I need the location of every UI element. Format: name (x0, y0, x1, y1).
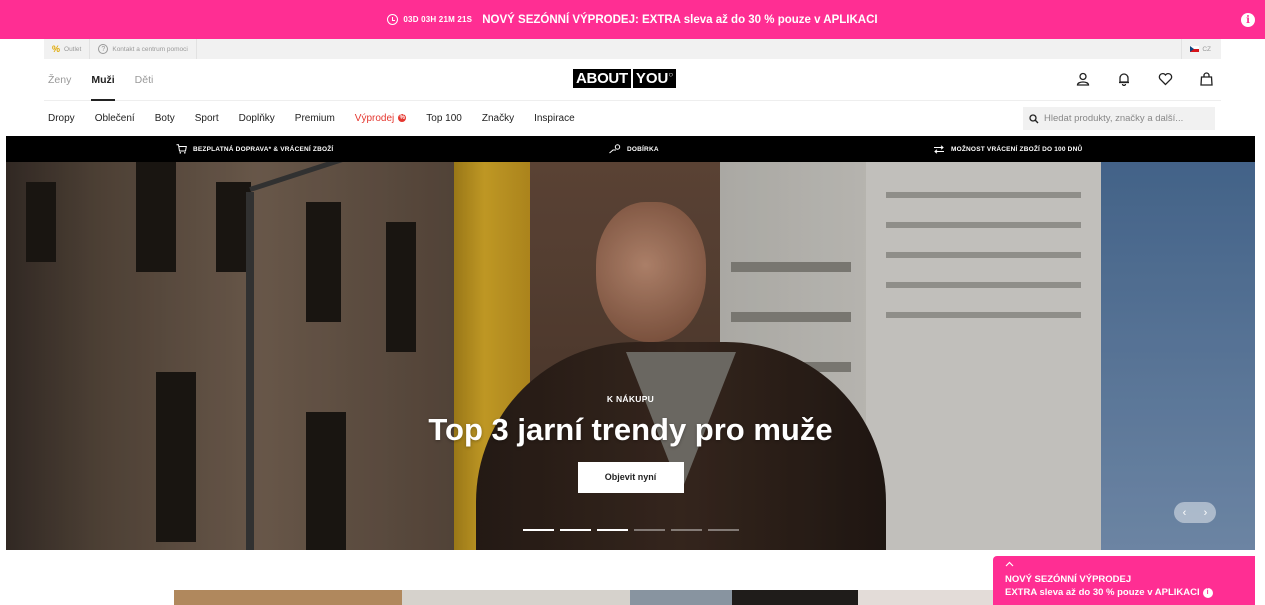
nav-item-znacky[interactable]: Značky (482, 113, 514, 124)
hero-title: Top 3 jarní trendy pro muže (428, 412, 833, 447)
floating-promo-subtitle-text: EXTRA sleva až do 30 % pouze v APLIKACI (1005, 587, 1200, 598)
header-actions (1075, 71, 1214, 87)
tab-zeny[interactable]: Ženy (48, 59, 71, 101)
floating-promo-title: NOVÝ SEZÓNNÍ VÝPRODEJ (1005, 574, 1132, 585)
nav-item-obleceni[interactable]: Oblečení (95, 113, 135, 124)
heart-icon[interactable] (1157, 71, 1173, 87)
search-icon (1029, 113, 1039, 123)
usp-cod: DOBÍRKA (609, 144, 659, 154)
main-header: Ženy Muži Děti ABOUT YOU○ (44, 59, 1221, 101)
percent-icon: % (52, 44, 61, 54)
country-selector[interactable]: CZ (1181, 39, 1221, 59)
category-nav: Dropy Oblečení Boty Sport Doplňky Premiu… (48, 101, 1221, 135)
usp-shipping-text: BEZPLATNÁ DOPRAVA* & VRÁCENÍ ZBOŽÍ (193, 145, 334, 153)
logo-you-text: YOU (635, 70, 669, 87)
slider-arrows: ‹ › (1174, 502, 1216, 523)
clock-icon (387, 14, 399, 25)
nav-item-vyprodej-label: Výprodej (354, 112, 395, 124)
country-label: CZ (1202, 45, 1211, 53)
slider-dot[interactable] (671, 529, 702, 531)
slider-dots (523, 529, 739, 531)
usp-shipping: BEZPLATNÁ DOPRAVA* & VRÁCENÍ ZBOŽÍ (176, 144, 333, 154)
hero-banner[interactable]: K NÁKUPU Top 3 jarní trendy pro muže Obj… (6, 162, 1255, 550)
teaser-image[interactable] (174, 590, 402, 605)
help-link[interactable]: ? Kontakt a centrum pomoci (90, 39, 197, 59)
slider-dot[interactable] (708, 529, 739, 531)
nav-item-doplnky[interactable]: Doplňky (239, 113, 275, 124)
logo-about: ABOUT (573, 69, 631, 88)
logo-circle: ○ (668, 70, 674, 79)
usp-returns-text: MOŽNOST VRÁCENÍ ZBOŽÍ DO 100 DNŮ (951, 145, 1083, 153)
floating-promo-banner[interactable]: NOVÝ SEZÓNNÍ VÝPRODEJ EXTRA sleva až do … (993, 556, 1255, 605)
chevron-up-icon[interactable] (1005, 560, 1243, 570)
nav-item-sport[interactable]: Sport (195, 113, 219, 124)
nav-item-vyprodej[interactable]: Výprodej % (354, 112, 407, 124)
hero-content: K NÁKUPU Top 3 jarní trendy pro muže Obj… (6, 394, 1255, 493)
tab-muzi[interactable]: Muži (91, 59, 116, 101)
chevron-left-icon[interactable]: ‹ (1183, 507, 1187, 519)
nav-item-premium[interactable]: Premium (295, 113, 335, 124)
chevron-right-icon[interactable]: › (1204, 507, 1208, 519)
hero-cta-button[interactable]: Objevit nyní (577, 462, 684, 493)
slider-dot-active[interactable] (597, 529, 628, 531)
info-icon[interactable]: i (1202, 587, 1213, 598)
countdown-timer: 03D 03H 21M 21S (387, 14, 472, 25)
help-label: Kontakt a centrum pomoci (112, 45, 188, 53)
countdown-text: 03D 03H 21M 21S (403, 15, 473, 24)
floating-promo-subtitle: EXTRA sleva až do 30 % pouze v APLIKACI … (1005, 587, 1243, 598)
nav-item-inspirace[interactable]: Inspirace (534, 113, 575, 124)
teaser-strip (174, 590, 999, 605)
search-box[interactable] (1023, 107, 1215, 130)
teaser-image[interactable] (402, 590, 630, 605)
slider-dot[interactable] (634, 529, 665, 531)
exchange-icon (934, 144, 944, 154)
tab-deti[interactable]: Děti (135, 59, 154, 101)
gender-tabs: Ženy Muži Děti (48, 59, 153, 101)
about-you-logo[interactable]: ABOUT YOU○ (573, 69, 677, 88)
user-icon[interactable] (1075, 71, 1091, 87)
nav-item-boty[interactable]: Boty (155, 113, 175, 124)
search-input[interactable] (1044, 113, 1204, 124)
utility-bar: % Outlet ? Kontakt a centrum pomoci CZ (44, 39, 1221, 59)
czech-flag-icon (1190, 46, 1200, 52)
hero-kicker: K NÁKUPU (606, 394, 655, 404)
teaser-image[interactable] (630, 590, 732, 605)
info-icon[interactable]: i (1241, 13, 1255, 27)
slider-dot[interactable] (560, 529, 591, 531)
nav-item-top100[interactable]: Top 100 (426, 113, 462, 124)
hand-coin-icon (609, 144, 621, 154)
outlet-label: Outlet (64, 45, 82, 53)
usp-cod-text: DOBÍRKA (627, 145, 659, 153)
usp-returns: MOŽNOST VRÁCENÍ ZBOŽÍ DO 100 DNŮ (933, 144, 1083, 154)
teaser-image[interactable] (858, 590, 999, 605)
promo-text[interactable]: NOVÝ SEZÓNNÍ VÝPRODEJ: EXTRA sleva až do… (482, 14, 877, 26)
bag-icon[interactable] (1198, 71, 1214, 87)
cart-icon (176, 144, 187, 154)
logo-you: YOU○ (632, 69, 677, 88)
question-icon: ? (98, 44, 109, 54)
outlet-link[interactable]: % Outlet (44, 39, 91, 59)
promo-banner[interactable]: 03D 03H 21M 21S NOVÝ SEZÓNNÍ VÝPRODEJ: E… (0, 0, 1265, 39)
slider-dot[interactable] (523, 529, 554, 531)
nav-item-dropy[interactable]: Dropy (48, 113, 75, 124)
sale-badge-icon: % (398, 114, 407, 122)
bell-icon[interactable] (1116, 71, 1132, 87)
teaser-image[interactable] (732, 590, 858, 605)
usp-bar: BEZPLATNÁ DOPRAVA* & VRÁCENÍ ZBOŽÍ DOBÍR… (6, 136, 1255, 162)
